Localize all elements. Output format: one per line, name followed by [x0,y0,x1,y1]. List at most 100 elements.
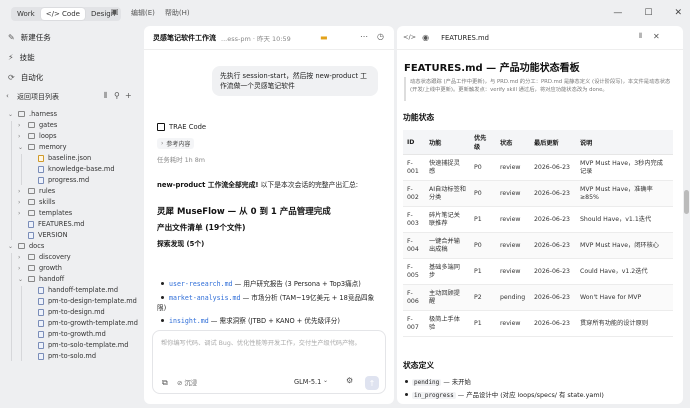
back-to-projects-link[interactable]: 返回项目列表 [17,92,59,102]
chevron-down-icon: ⌄ [18,275,24,283]
close-window-icon[interactable]: ✕ [674,8,682,18]
code-view-icon[interactable]: </> [403,34,416,41]
zap-icon: ⚡ [8,52,14,62]
tree-file[interactable]: pm-to-design.md [28,308,105,316]
file-link[interactable]: user-research.md [169,280,233,288]
tree-file[interactable]: handoff-template.md [28,286,118,294]
bullet [405,380,408,383]
tree-folder[interactable]: › growth [18,264,62,272]
folder-icon [28,254,35,260]
bullet [161,282,164,285]
more-icon[interactable]: ⋯ [360,33,368,41]
tree-folder[interactable]: › rules [18,187,55,195]
tree-file[interactable]: FEATURES.md [18,220,84,228]
add-icon[interactable]: + [125,92,132,100]
file-icon [28,231,34,239]
tree-folder[interactable]: › loops [18,132,57,140]
tree-file[interactable]: pm-to-growth-template.md [28,319,138,327]
scrollbar[interactable] [684,190,689,214]
menu-item-1[interactable]: 帮助(H) [165,8,190,18]
nav-label: 新建任务 [20,33,51,42]
table-row: F-003 碎片笔记关联推荐 P1 review 2026-06-23 Should Ha… [403,206,673,233]
tree-folder[interactable]: › discovery [18,253,71,261]
title-bar: Work </> Code Design ▣ 编辑(E) 帮助(H) — ☐ ✕ [0,0,690,26]
table-cell: 碎片笔记关联推荐 [425,206,470,233]
tree-file[interactable]: pm-to-solo-template.md [28,341,128,349]
tree-folder[interactable]: ⌄ .harness [8,110,57,118]
tree-file[interactable]: progress.md [28,176,89,184]
reference-toggle[interactable]: 参考内容 [166,139,190,148]
doc-description: 动态状态跟踪 (产品工作中更新)，与 PRD.md 的分工：PRD.md 是静态… [410,79,671,93]
folder-icon [28,276,35,282]
table-cell: MVP Must Have，闭环核心 [576,232,673,259]
table-cell: P1 [470,310,496,337]
attach-icon[interactable]: ⧉ [162,379,168,387]
feature-table: ID 功能 优先级 状态 最后更新 说明 F-001 快速捕捉灵感 P0 review 2026-… [403,130,673,337]
tree-folder[interactable]: › templates [18,209,72,217]
file-link[interactable]: insight.md [169,317,209,325]
tree-label: pm-to-design-template.md [48,297,137,305]
file-list-item: user-research.md — 用户研究报告 (3 Persona + T… [157,279,382,289]
table-cell: review [496,206,530,233]
model-selector[interactable]: GLM-5.1 [294,378,321,386]
nav-item-1[interactable]: ⚡ 技能 [8,52,35,63]
tree-file[interactable]: knowledge-base.md [28,165,115,173]
nav-item-0[interactable]: ✎ 新建任务 [8,32,51,43]
table-cell: P0 [470,180,496,207]
section-state-definition: 状态定义 [403,361,435,370]
settings-icon[interactable]: ⚙ [346,377,353,385]
tree-file[interactable]: pm-to-solo.md [28,352,96,360]
window-controls: — ☐ ✕ [613,8,682,18]
eye-icon[interactable]: ◉ [422,33,429,42]
chevron-down-icon: ⌄ [8,242,14,250]
file-icon [38,165,44,173]
preview-header: </> ◉ FEATURES.md ✕ ⫴ [397,26,683,50]
automation-icon: ⟳ [8,72,15,82]
tree-guide [11,253,12,361]
sidebar-toggle-icon[interactable]: ▣ [111,8,119,16]
send-button[interactable]: ↑ [365,376,379,390]
mode-toggle[interactable]: ⊘ 沉浸 [177,378,197,387]
tree-file[interactable]: baseline.json [28,154,91,162]
file-link[interactable]: market-analysis.md [169,294,240,302]
doc-title: FEATURES.md — 产品功能状态看板 [404,63,580,74]
back-arrow-icon[interactable]: ‹ [6,93,9,100]
column-header: 状态 [496,130,530,155]
menu-item-0[interactable]: 编辑(E) [131,8,155,18]
split-icon[interactable]: ⫴ [104,92,107,100]
split-icon[interactable]: ⫴ [639,33,642,40]
table-cell: review [496,232,530,259]
folder-icon[interactable]: ▬ [320,34,328,42]
table-cell: F-007 [403,310,425,337]
table-cell: P0 [470,232,496,259]
tree-file[interactable]: VERSION [18,231,68,239]
mode-tab-1[interactable]: </> Code [40,8,85,20]
minimize-icon[interactable]: — [613,8,622,18]
table-cell: AI自动标签和分类 [425,180,470,207]
preview-tab-title[interactable]: FEATURES.md [441,34,489,42]
tree-folder[interactable]: ⌄ handoff [18,275,64,283]
table-cell: Won't Have for MVP [576,284,673,311]
maximize-icon[interactable]: ☐ [644,8,652,18]
close-preview-icon[interactable]: ✕ [653,33,660,41]
table-cell: 2026-06-23 [530,180,576,207]
tree-folder[interactable]: › skills [18,198,55,206]
chevron-right-icon[interactable]: › [161,140,163,147]
filter-icon[interactable]: ⚲ [114,92,120,100]
tree-label: loops [39,132,57,140]
tree-label: handoff-template.md [48,286,119,294]
tree-label: pm-to-growth.md [48,330,106,338]
tree-file[interactable]: pm-to-design-template.md [28,297,137,305]
tree-folder[interactable]: › gates [18,121,57,129]
tree-file[interactable]: pm-to-growth.md [28,330,106,338]
mode-tab-0[interactable]: Work [12,8,40,20]
composer-input[interactable]: 帮你编写代码、调试 Bug、优化性能等开发工作，交付生产级代码产物。 [161,339,381,348]
tree-folder[interactable]: ⌄ docs [8,242,44,250]
table-cell: 2026-06-23 [530,206,576,233]
tree-folder[interactable]: ⌄ memory [18,143,67,151]
sidebar: ✎ 新建任务 ⚡ 技能 ⟳ 自动化 ‹ 返回项目列表 ⫴ ⚲ + ⌄ .harness › ga… [0,26,142,408]
table-cell: 2026-06-23 [530,284,576,311]
clock-icon[interactable]: ◷ [377,33,384,41]
chevron-down-icon[interactable]: ⌄ [323,378,328,384]
nav-item-2[interactable]: ⟳ 自动化 [8,72,43,83]
